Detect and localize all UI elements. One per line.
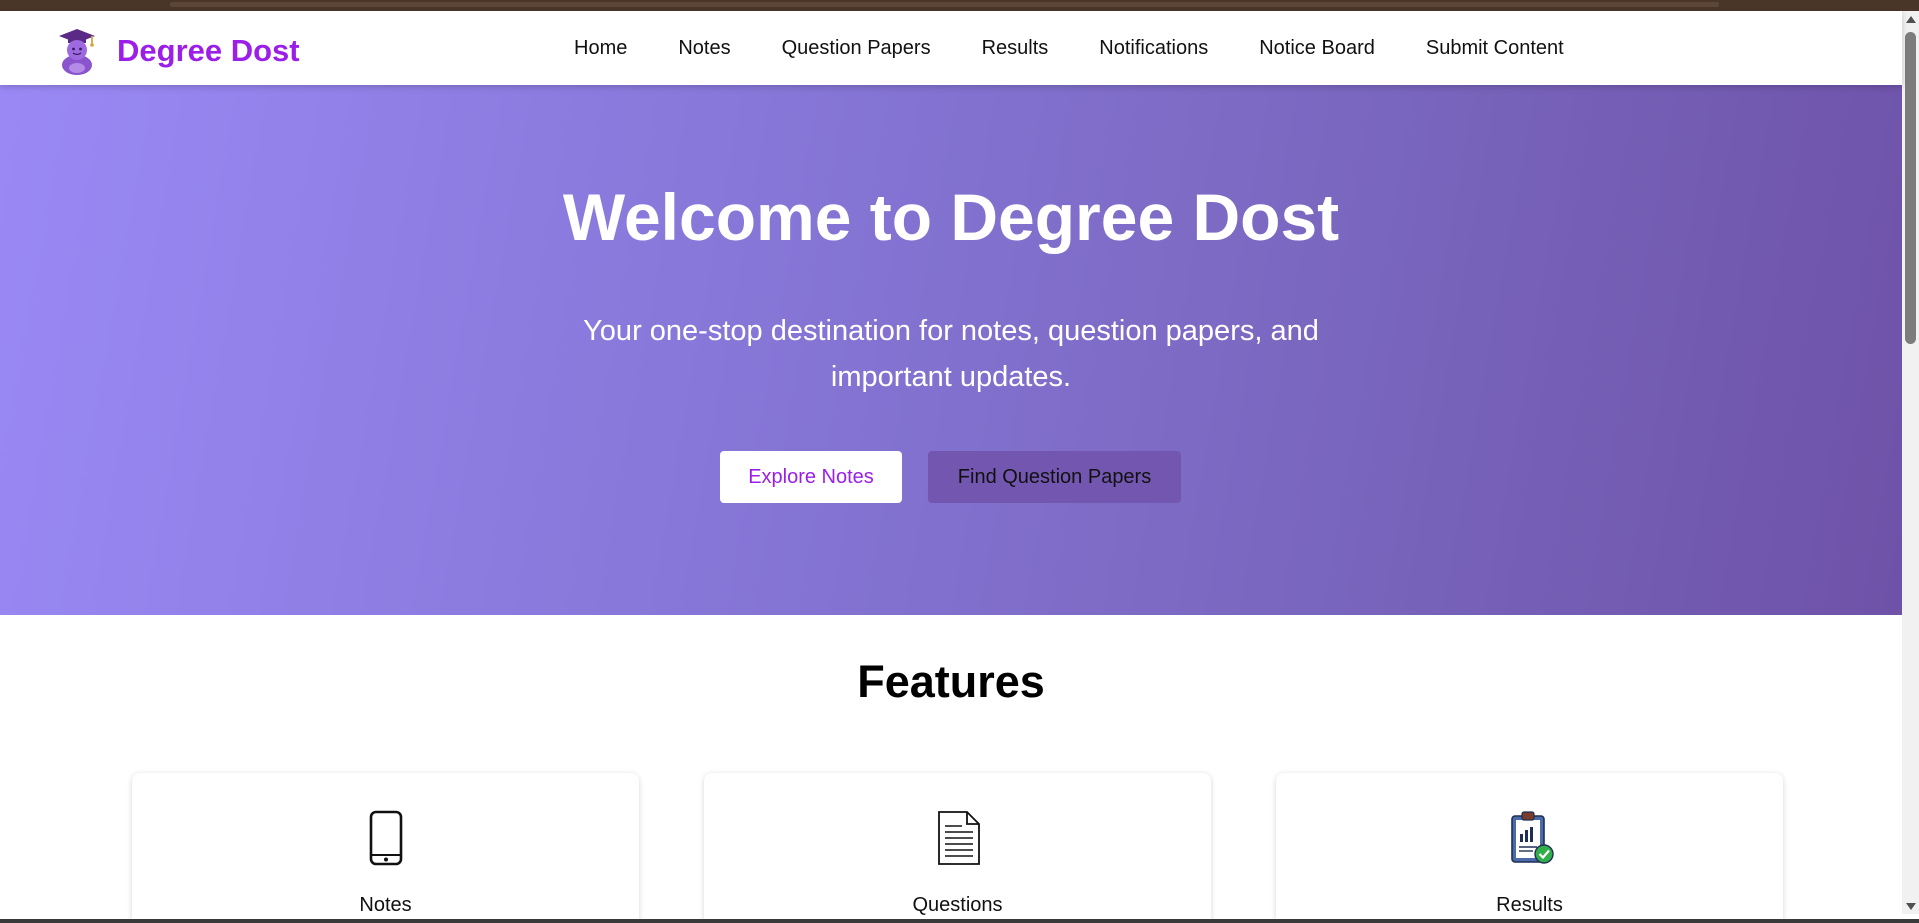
hero-title: Welcome to Degree Dost: [562, 180, 1340, 254]
page-scrollbar[interactable]: [1902, 11, 1919, 914]
hero-subtitle: Your one-stop destination for notes, que…: [583, 315, 1319, 393]
scroll-down-arrow-icon[interactable]: [1906, 903, 1916, 910]
tablet-icon: [369, 810, 402, 866]
nav-notes[interactable]: Notes: [678, 37, 730, 60]
find-question-papers-button[interactable]: Find Question Papers: [928, 451, 1181, 503]
graduate-mascot-icon: [59, 29, 95, 75]
feature-card-results[interactable]: Results: [1276, 773, 1783, 923]
brand-home-link[interactable]: Degree Dost: [57, 27, 300, 75]
features-heading: Features: [857, 656, 1045, 707]
brand-name: Degree Dost: [117, 33, 300, 68]
clipboard-chart-check-icon: [1510, 811, 1554, 864]
feature-card-title: Notes: [359, 894, 412, 916]
nav-notice-board[interactable]: Notice Board: [1259, 37, 1375, 60]
feature-card-title: Questions: [912, 894, 1003, 916]
nav-results[interactable]: Results: [982, 37, 1049, 60]
nav-submit-content[interactable]: Submit Content: [1426, 37, 1564, 60]
browser-bottom-strip: [0, 919, 1919, 923]
main-nav: Home Notes Question Papers Results Notif…: [574, 11, 1564, 85]
nav-home[interactable]: Home: [574, 37, 627, 60]
document-icon: [937, 811, 980, 865]
browser-top-strip: [0, 0, 1919, 11]
scrollbar-thumb[interactable]: [1905, 32, 1916, 344]
nav-notifications[interactable]: Notifications: [1099, 37, 1208, 60]
feature-card-questions[interactable]: Questions: [704, 773, 1211, 923]
hero-section: Welcome to Degree Dost Your one-stop des…: [0, 85, 1902, 615]
scroll-up-arrow-icon[interactable]: [1906, 16, 1916, 23]
explore-notes-button[interactable]: Explore Notes: [720, 451, 902, 503]
feature-card-title: Results: [1496, 894, 1563, 916]
nav-question-papers[interactable]: Question Papers: [782, 37, 931, 60]
feature-card-notes[interactable]: Notes: [132, 773, 639, 923]
site-navbar: Degree Dost Home Notes Question Papers R…: [0, 11, 1902, 85]
